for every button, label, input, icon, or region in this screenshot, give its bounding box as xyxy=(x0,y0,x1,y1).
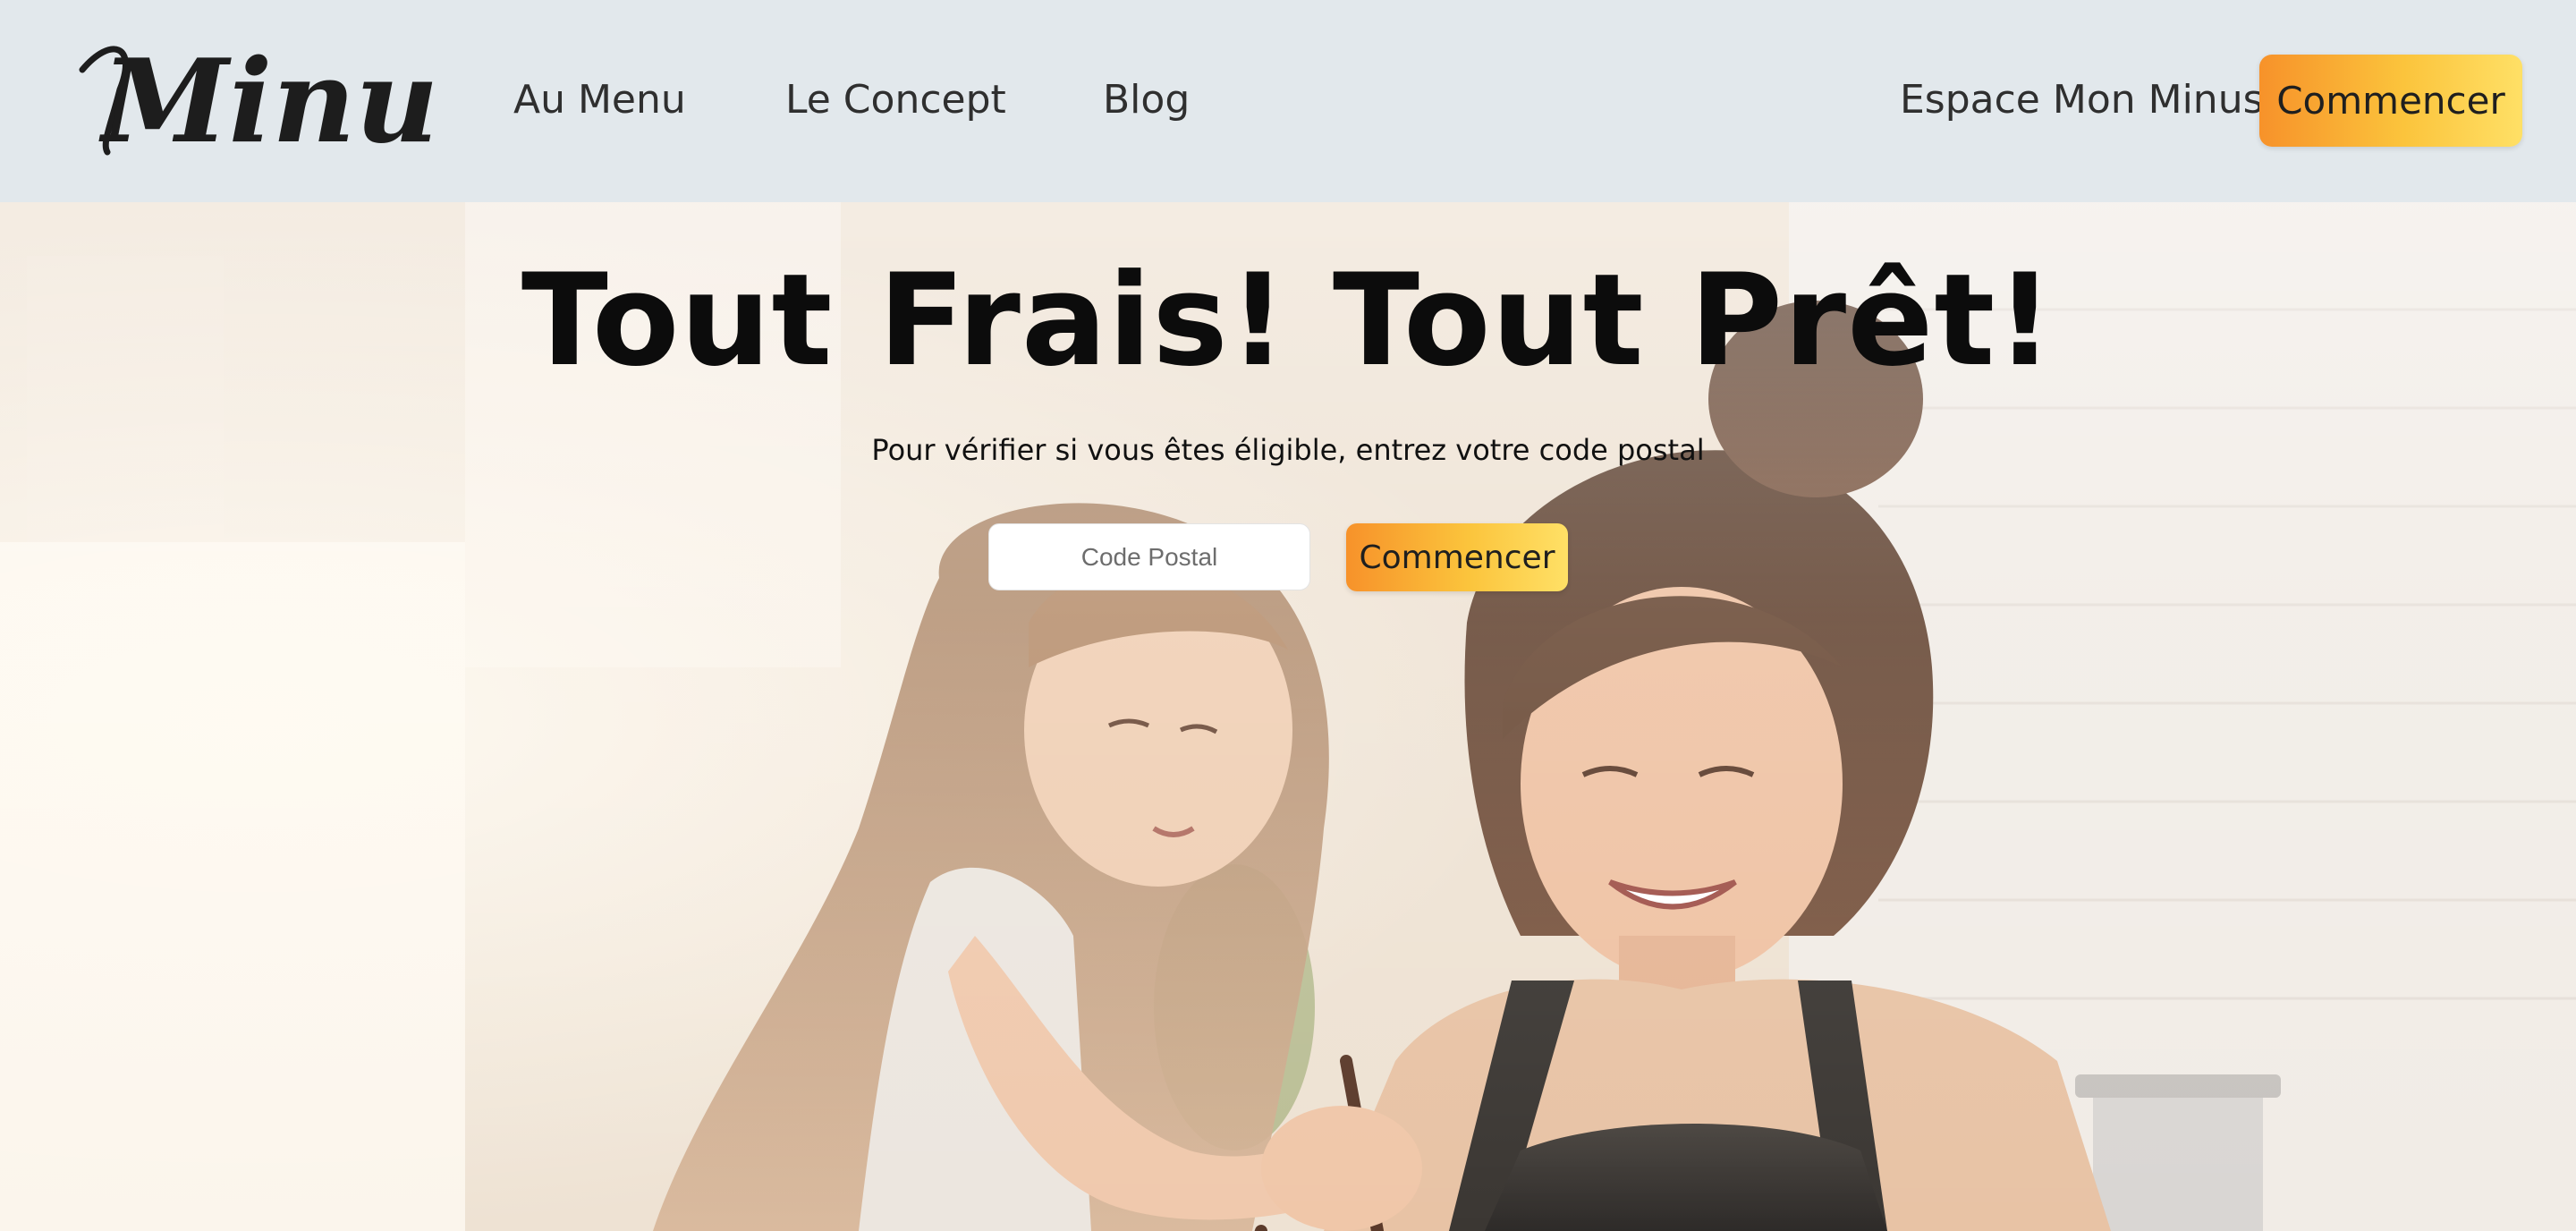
hero-start-button[interactable]: Commencer xyxy=(1346,523,1568,591)
minus-logo-icon: Minus xyxy=(79,35,435,169)
account-link[interactable]: Espace Mon Minus xyxy=(1900,68,2264,132)
hero-subtitle: Pour vérifier si vous êtes éligible, ent… xyxy=(871,433,1705,467)
postal-code-input[interactable] xyxy=(988,523,1310,590)
landing-page: Minus Au Menu Le Concept Blog Espace Mon… xyxy=(0,0,2576,1231)
hero-title: Tout Frais! Tout Prêt! xyxy=(521,247,2055,395)
nav-link-le-concept[interactable]: Le Concept xyxy=(785,68,1006,132)
nav-link-au-menu[interactable]: Au Menu xyxy=(513,68,686,132)
header-start-button[interactable]: Commencer xyxy=(2259,55,2522,147)
minus-logo[interactable]: Minus xyxy=(75,27,435,184)
logo-wordmark: Minus xyxy=(98,35,435,169)
hero-section: Tout Frais! Tout Prêt! Pour vérifier si … xyxy=(0,202,2576,1231)
site-header: Minus Au Menu Le Concept Blog Espace Mon… xyxy=(0,0,2576,202)
nav-link-blog[interactable]: Blog xyxy=(1103,68,1190,132)
